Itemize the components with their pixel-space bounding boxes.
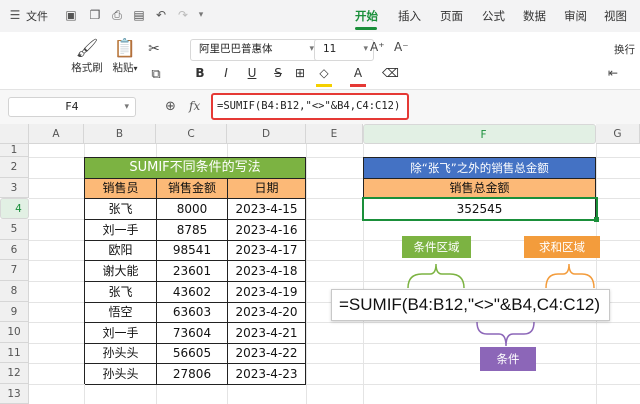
sum-bracket bbox=[545, 263, 595, 289]
annotation-brackets bbox=[407, 263, 595, 347]
criteria-bracket bbox=[476, 321, 535, 347]
range-bracket bbox=[407, 263, 465, 289]
formula-callout: =SUMIF(B4:B12,"<>"&B4,C4:C12) bbox=[331, 289, 610, 321]
criteria-annotation-tag: 条件 bbox=[480, 347, 536, 371]
